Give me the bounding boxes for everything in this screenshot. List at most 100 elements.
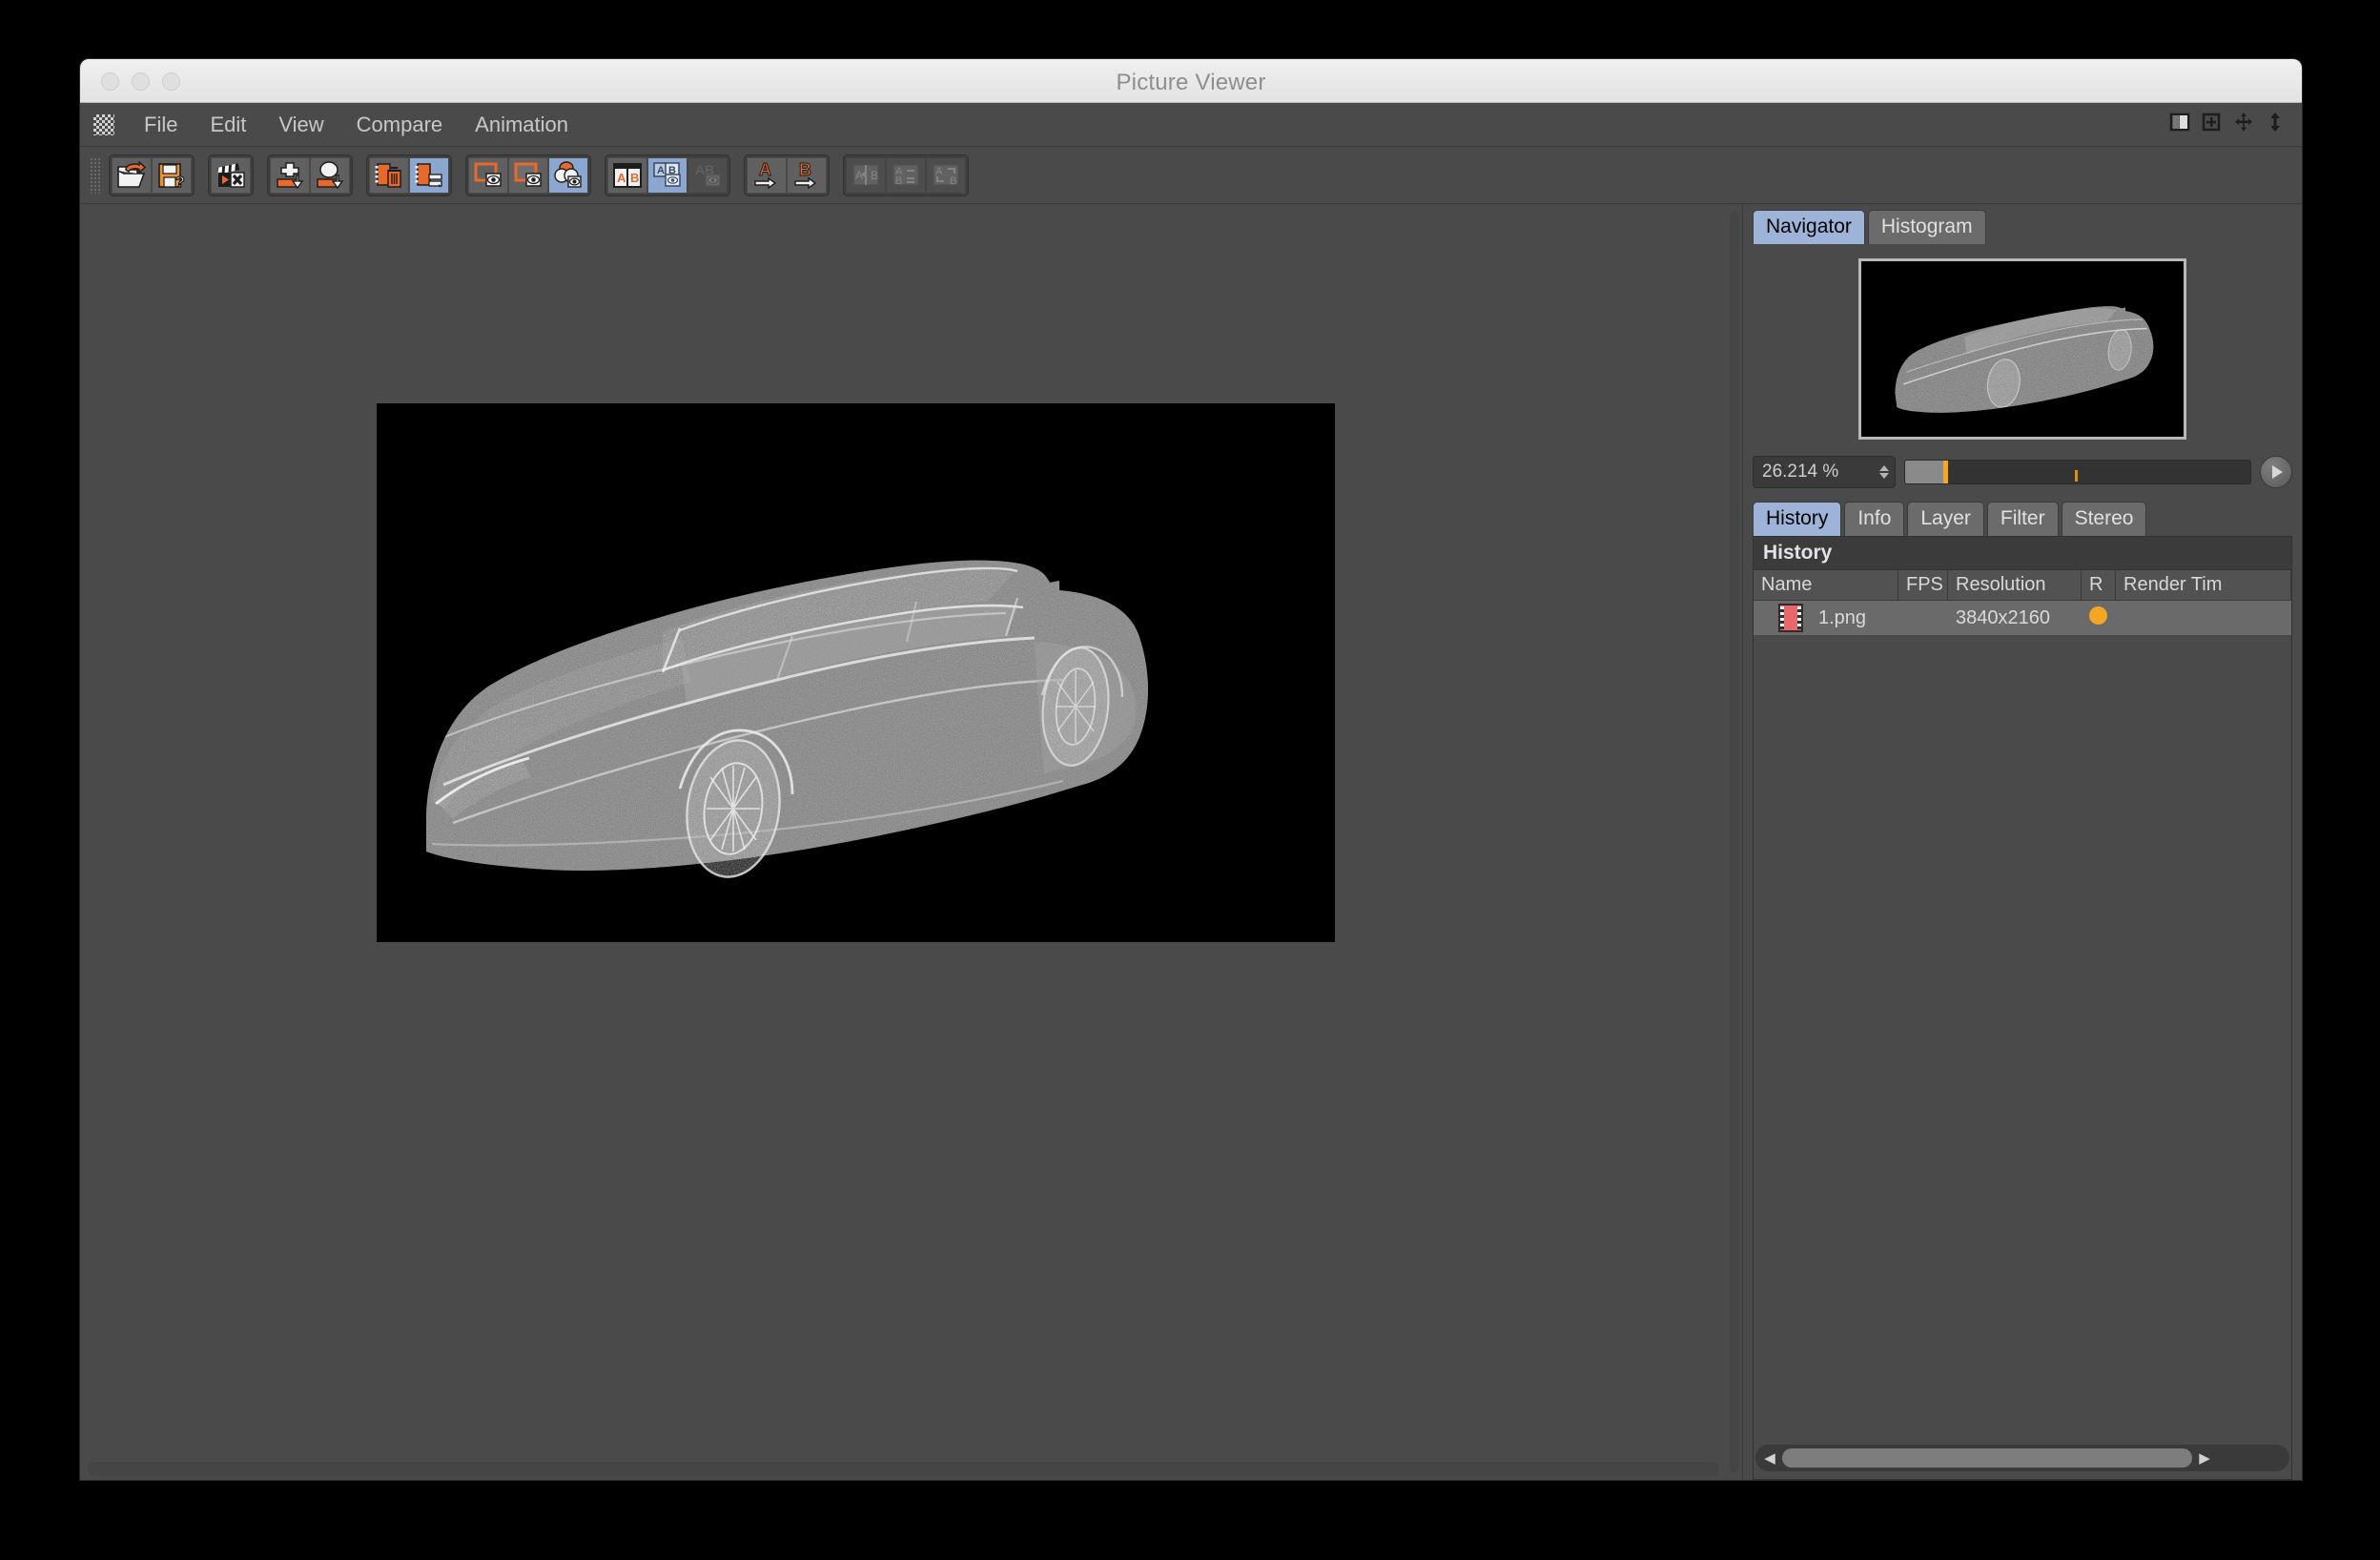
scroll-right-arrow-icon[interactable]: ▶ xyxy=(2194,1449,2215,1467)
zoom-slider-handle[interactable] xyxy=(1943,461,1948,483)
history-horizontal-scrollbar[interactable]: ◀ ▶ xyxy=(1755,1445,2289,1471)
row-name: 1.png xyxy=(1818,606,1867,628)
toolbar-group-clear xyxy=(208,154,254,196)
tab-histogram[interactable]: Histogram xyxy=(1867,210,1986,244)
svg-text:A: A xyxy=(855,169,863,182)
panel-separator xyxy=(1753,488,2292,496)
main-body: Navigator Histogram 26.214 % History Inf… xyxy=(80,204,2302,1480)
svg-text:A: A xyxy=(759,161,771,179)
toolbar-group-view xyxy=(465,154,591,196)
toolbar-group-ab-tools: A B A B A B xyxy=(843,154,969,196)
open-image-icon[interactable] xyxy=(112,156,152,194)
menu-file[interactable]: File xyxy=(128,110,194,140)
navigator-zoom-row: 26.214 % xyxy=(1753,456,2292,488)
row-resolution: 3840x2160 xyxy=(1956,606,2050,628)
image-strip-icon xyxy=(1778,604,1803,632)
flush-ram-icon[interactable] xyxy=(409,156,449,194)
toolbar: ? A B A B AB A B A B A B A B xyxy=(80,147,2302,204)
column-header-name[interactable]: Name xyxy=(1754,570,1898,600)
ab-difference-icon[interactable]: A B xyxy=(886,156,926,194)
tab-info[interactable]: Info xyxy=(1844,502,1905,536)
send-render-to-icon[interactable] xyxy=(310,156,350,194)
show-render-region-icon[interactable] xyxy=(468,156,508,194)
show-safe-frame-icon[interactable] xyxy=(508,156,548,194)
svg-text:A: A xyxy=(657,165,665,176)
save-image-as-icon[interactable]: ? xyxy=(152,156,192,194)
history-row-list: 1.png 3840x2160 xyxy=(1754,601,2291,1439)
svg-text:B: B xyxy=(630,171,639,185)
navigator-zoom-spinner[interactable] xyxy=(1879,465,1889,479)
panel-divider[interactable] xyxy=(1727,204,1742,1480)
thumbnail-car-svg xyxy=(1861,261,2184,437)
show-alpha-icon[interactable] xyxy=(548,156,588,194)
play-animation-icon[interactable] xyxy=(2260,456,2292,488)
panel-divider-handle[interactable] xyxy=(1730,212,1739,1472)
column-header-r[interactable]: R xyxy=(2082,570,2116,600)
split-panel-icon[interactable] xyxy=(2169,112,2190,137)
set-b-icon[interactable]: B xyxy=(787,156,827,194)
history-section-title: History xyxy=(1754,537,2291,570)
navigator-zoom-slider[interactable] xyxy=(1904,460,2251,484)
navigator-preview[interactable] xyxy=(1753,254,2292,444)
rendered-image[interactable] xyxy=(377,403,1335,942)
status-badge xyxy=(2089,606,2107,625)
toolbar-group-ram xyxy=(366,154,452,196)
tab-navigator[interactable]: Navigator xyxy=(1753,210,1865,244)
dots-grip-icon[interactable] xyxy=(93,113,114,135)
menu-edit[interactable]: Edit xyxy=(194,110,262,140)
toolbar-group-compare: A B A B AB xyxy=(605,154,730,196)
svg-text:?: ? xyxy=(175,174,185,190)
column-header-render-time[interactable]: Render Tim xyxy=(2116,570,2291,600)
add-view-icon[interactable] xyxy=(2201,112,2222,137)
compare-ab-overlay-icon[interactable]: AB xyxy=(687,156,728,194)
scrollbar-thumb[interactable] xyxy=(1782,1448,2192,1468)
image-canvas-area xyxy=(80,204,1727,1480)
navigator-zoom-value: 26.214 % xyxy=(1762,462,1839,482)
svg-text:A: A xyxy=(935,166,943,177)
menu-bar: File Edit View Compare Animation xyxy=(80,103,2302,147)
move-all-icon[interactable] xyxy=(2232,112,2255,137)
ab-swap-icon[interactable]: A B xyxy=(926,156,966,194)
ab-wipe-icon[interactable]: A B xyxy=(846,156,886,194)
column-header-resolution[interactable]: Resolution xyxy=(1948,570,2082,600)
navigator-zoom-input[interactable]: 26.214 % xyxy=(1753,456,1896,488)
car-render-svg xyxy=(377,403,1335,942)
clear-movie-icon[interactable] xyxy=(211,156,251,194)
scroll-left-arrow-icon[interactable]: ◀ xyxy=(1759,1449,1780,1467)
column-header-fps[interactable]: FPS xyxy=(1898,570,1948,600)
send-all-to-icon[interactable] xyxy=(270,156,310,194)
compare-ab-single-icon[interactable]: A B xyxy=(607,156,647,194)
delete-from-ram-icon[interactable] xyxy=(369,156,409,194)
window-title: Picture Viewer xyxy=(1116,70,1266,95)
menu-compare[interactable]: Compare xyxy=(340,110,459,140)
right-panel: Navigator Histogram 26.214 % History Inf… xyxy=(1742,204,2302,1480)
tab-layer[interactable]: Layer xyxy=(1907,502,1984,536)
history-panel: History Name FPS Resolution R Render Tim… xyxy=(1753,536,2292,1480)
svg-text:B: B xyxy=(871,169,878,182)
picture-viewer-window: Picture Viewer File Edit View Compare An… xyxy=(80,59,2302,1480)
zoom-slider-fill xyxy=(1905,461,1943,483)
toolbar-group-send xyxy=(267,154,353,196)
menu-view[interactable]: View xyxy=(262,110,339,140)
menu-animation[interactable]: Animation xyxy=(459,110,585,140)
toolbar-grip[interactable] xyxy=(90,156,101,194)
render-thumbnail[interactable] xyxy=(1858,258,2186,440)
tab-stereo[interactable]: Stereo xyxy=(2061,502,2147,536)
render-viewport[interactable] xyxy=(80,204,1727,1459)
info-panel-tabs: History Info Layer Filter Stereo xyxy=(1753,502,2292,536)
compare-ab-split-icon[interactable]: A B xyxy=(647,156,687,194)
set-a-icon[interactable]: A xyxy=(747,156,787,194)
svg-text:B: B xyxy=(950,175,956,187)
zoom-slider-tick xyxy=(2075,470,2078,482)
tab-history[interactable]: History xyxy=(1753,502,1842,536)
history-column-headers: Name FPS Resolution R Render Tim xyxy=(1754,570,2291,601)
svg-text:B: B xyxy=(895,175,902,187)
canvas-horizontal-scrollbar[interactable] xyxy=(88,1462,1719,1476)
move-vertical-icon[interactable] xyxy=(2266,112,2285,137)
tab-filter[interactable]: Filter xyxy=(1986,502,2059,536)
svg-text:A: A xyxy=(617,171,626,185)
table-row[interactable]: 1.png 3840x2160 xyxy=(1754,601,2291,635)
toolbar-group-ab-assign: A B xyxy=(744,154,830,196)
svg-text:B: B xyxy=(799,161,811,179)
navigator-tabs: Navigator Histogram xyxy=(1753,210,2292,244)
